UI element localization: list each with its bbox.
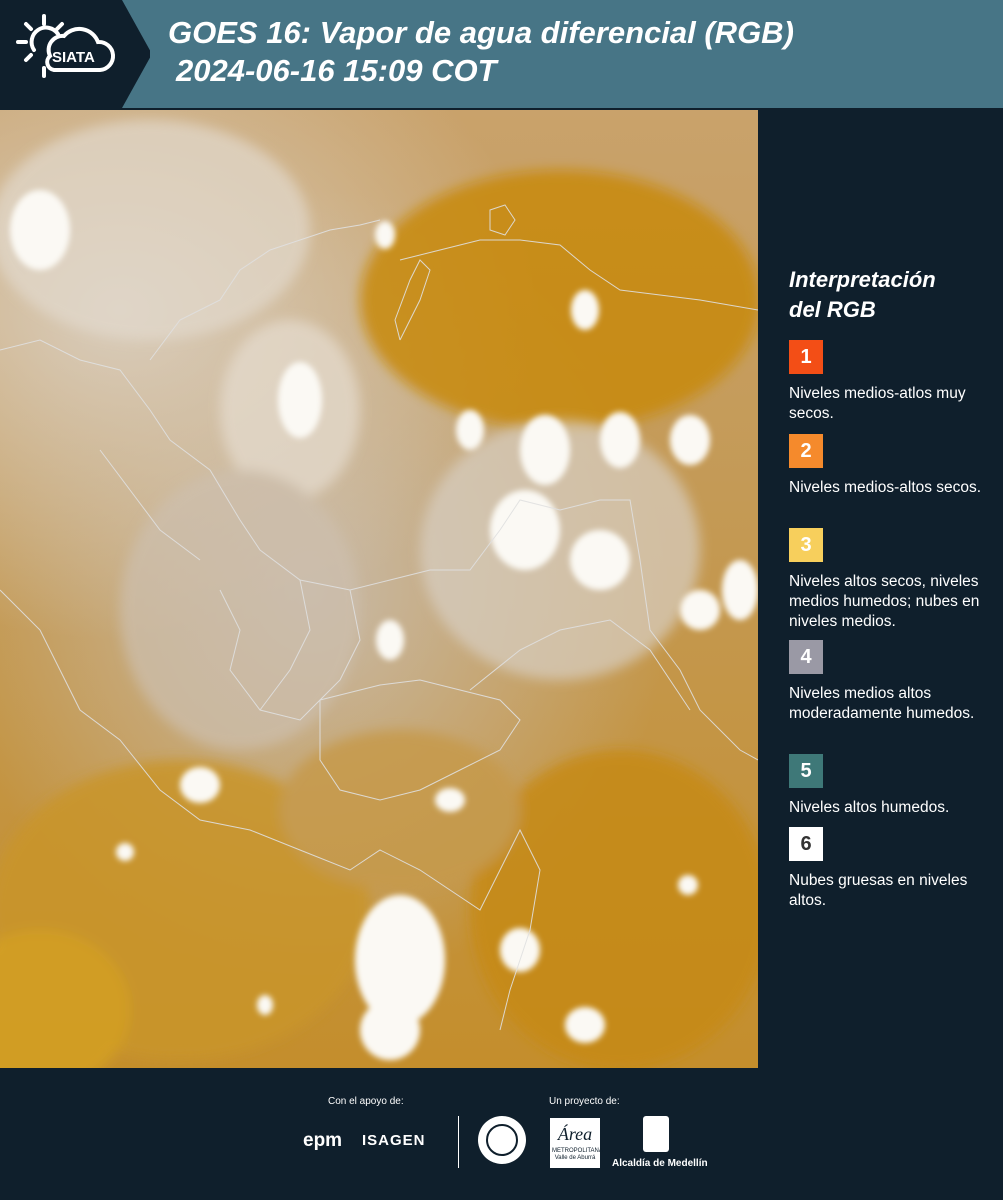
legend-item-2: 2 Niveles medios-altos secos. xyxy=(789,434,1003,498)
footer-divider xyxy=(458,1116,459,1168)
alcaldia-label[interactable]: Alcaldía de Medellín xyxy=(612,1158,708,1169)
legend-title-line-1: Interpretación xyxy=(789,267,936,292)
seal-ring xyxy=(486,1124,518,1156)
legend-item-6: 6 Nubes gruesas en niveles altos. xyxy=(789,827,1003,911)
area-metropolitana-logo[interactable]: Área METROPOLITANA Valle de Aburrá xyxy=(550,1118,603,1168)
page-title: GOES 16: Vapor de agua diferencial (RGB)… xyxy=(168,14,794,90)
legend-swatch: 3 xyxy=(789,528,823,562)
alcaldia-shield-icon[interactable] xyxy=(643,1116,669,1152)
legend-swatch: 2 xyxy=(789,434,823,468)
legend-swatch: 5 xyxy=(789,754,823,788)
legend-item-3: 3 Niveles altos secos, niveles medios hu… xyxy=(789,528,1003,632)
legend-text: Niveles medios-atlos muy secos. xyxy=(789,385,966,422)
header-bar: SIATA GOES 16: Vapor de agua diferencial… xyxy=(0,0,1003,108)
legend-text: Niveles medios-altos secos. xyxy=(789,479,982,496)
legend-text: Nubes gruesas en niveles altos. xyxy=(789,872,968,909)
legend-item-5: 5 Niveles altos humedos. xyxy=(789,754,1003,818)
legend-swatch: 6 xyxy=(789,827,823,861)
metro-name: Área xyxy=(557,1124,593,1144)
legend-panel: Interpretación del RGB 1 Niveles medios-… xyxy=(760,110,1003,1068)
legend-text: Niveles altos humedos. xyxy=(789,799,950,816)
metro-sub: METROPOLITANA Valle de Aburrá xyxy=(552,1148,603,1161)
legend-title-line-2: del RGB xyxy=(789,297,876,322)
legend-swatch: 4 xyxy=(789,640,823,674)
epm-logo[interactable]: epm xyxy=(303,1130,342,1152)
logo-text: SIATA xyxy=(52,49,95,66)
legend-title: Interpretación del RGB xyxy=(789,265,936,325)
legend-item-4: 4 Niveles medios altos moderadamente hum… xyxy=(789,640,1003,724)
footer: Con el apoyo de: Un proyecto de: epm ISA… xyxy=(0,1068,1003,1200)
support-label: Con el apoyo de: xyxy=(328,1096,404,1107)
project-label: Un proyecto de: xyxy=(549,1096,620,1107)
legend-text: Niveles medios altos moderadamente humed… xyxy=(789,685,975,722)
sun-cloud-icon: SIATA xyxy=(16,14,116,78)
title-line-1: GOES 16: Vapor de agua diferencial (RGB) xyxy=(168,15,794,50)
legend-item-1: 1 Niveles medios-atlos muy secos. xyxy=(789,340,1003,424)
map-image xyxy=(0,120,758,1068)
siata-logo[interactable]: SIATA xyxy=(0,0,150,108)
legend-text: Niveles altos secos, niveles medios hume… xyxy=(789,573,980,630)
satellite-map[interactable] xyxy=(0,110,758,1068)
title-line-2: 2024-06-16 15:09 COT xyxy=(176,53,497,88)
legend-swatch: 1 xyxy=(789,340,823,374)
isagen-logo[interactable]: ISAGEN xyxy=(362,1132,426,1149)
medellin-seal-icon[interactable] xyxy=(478,1116,526,1164)
